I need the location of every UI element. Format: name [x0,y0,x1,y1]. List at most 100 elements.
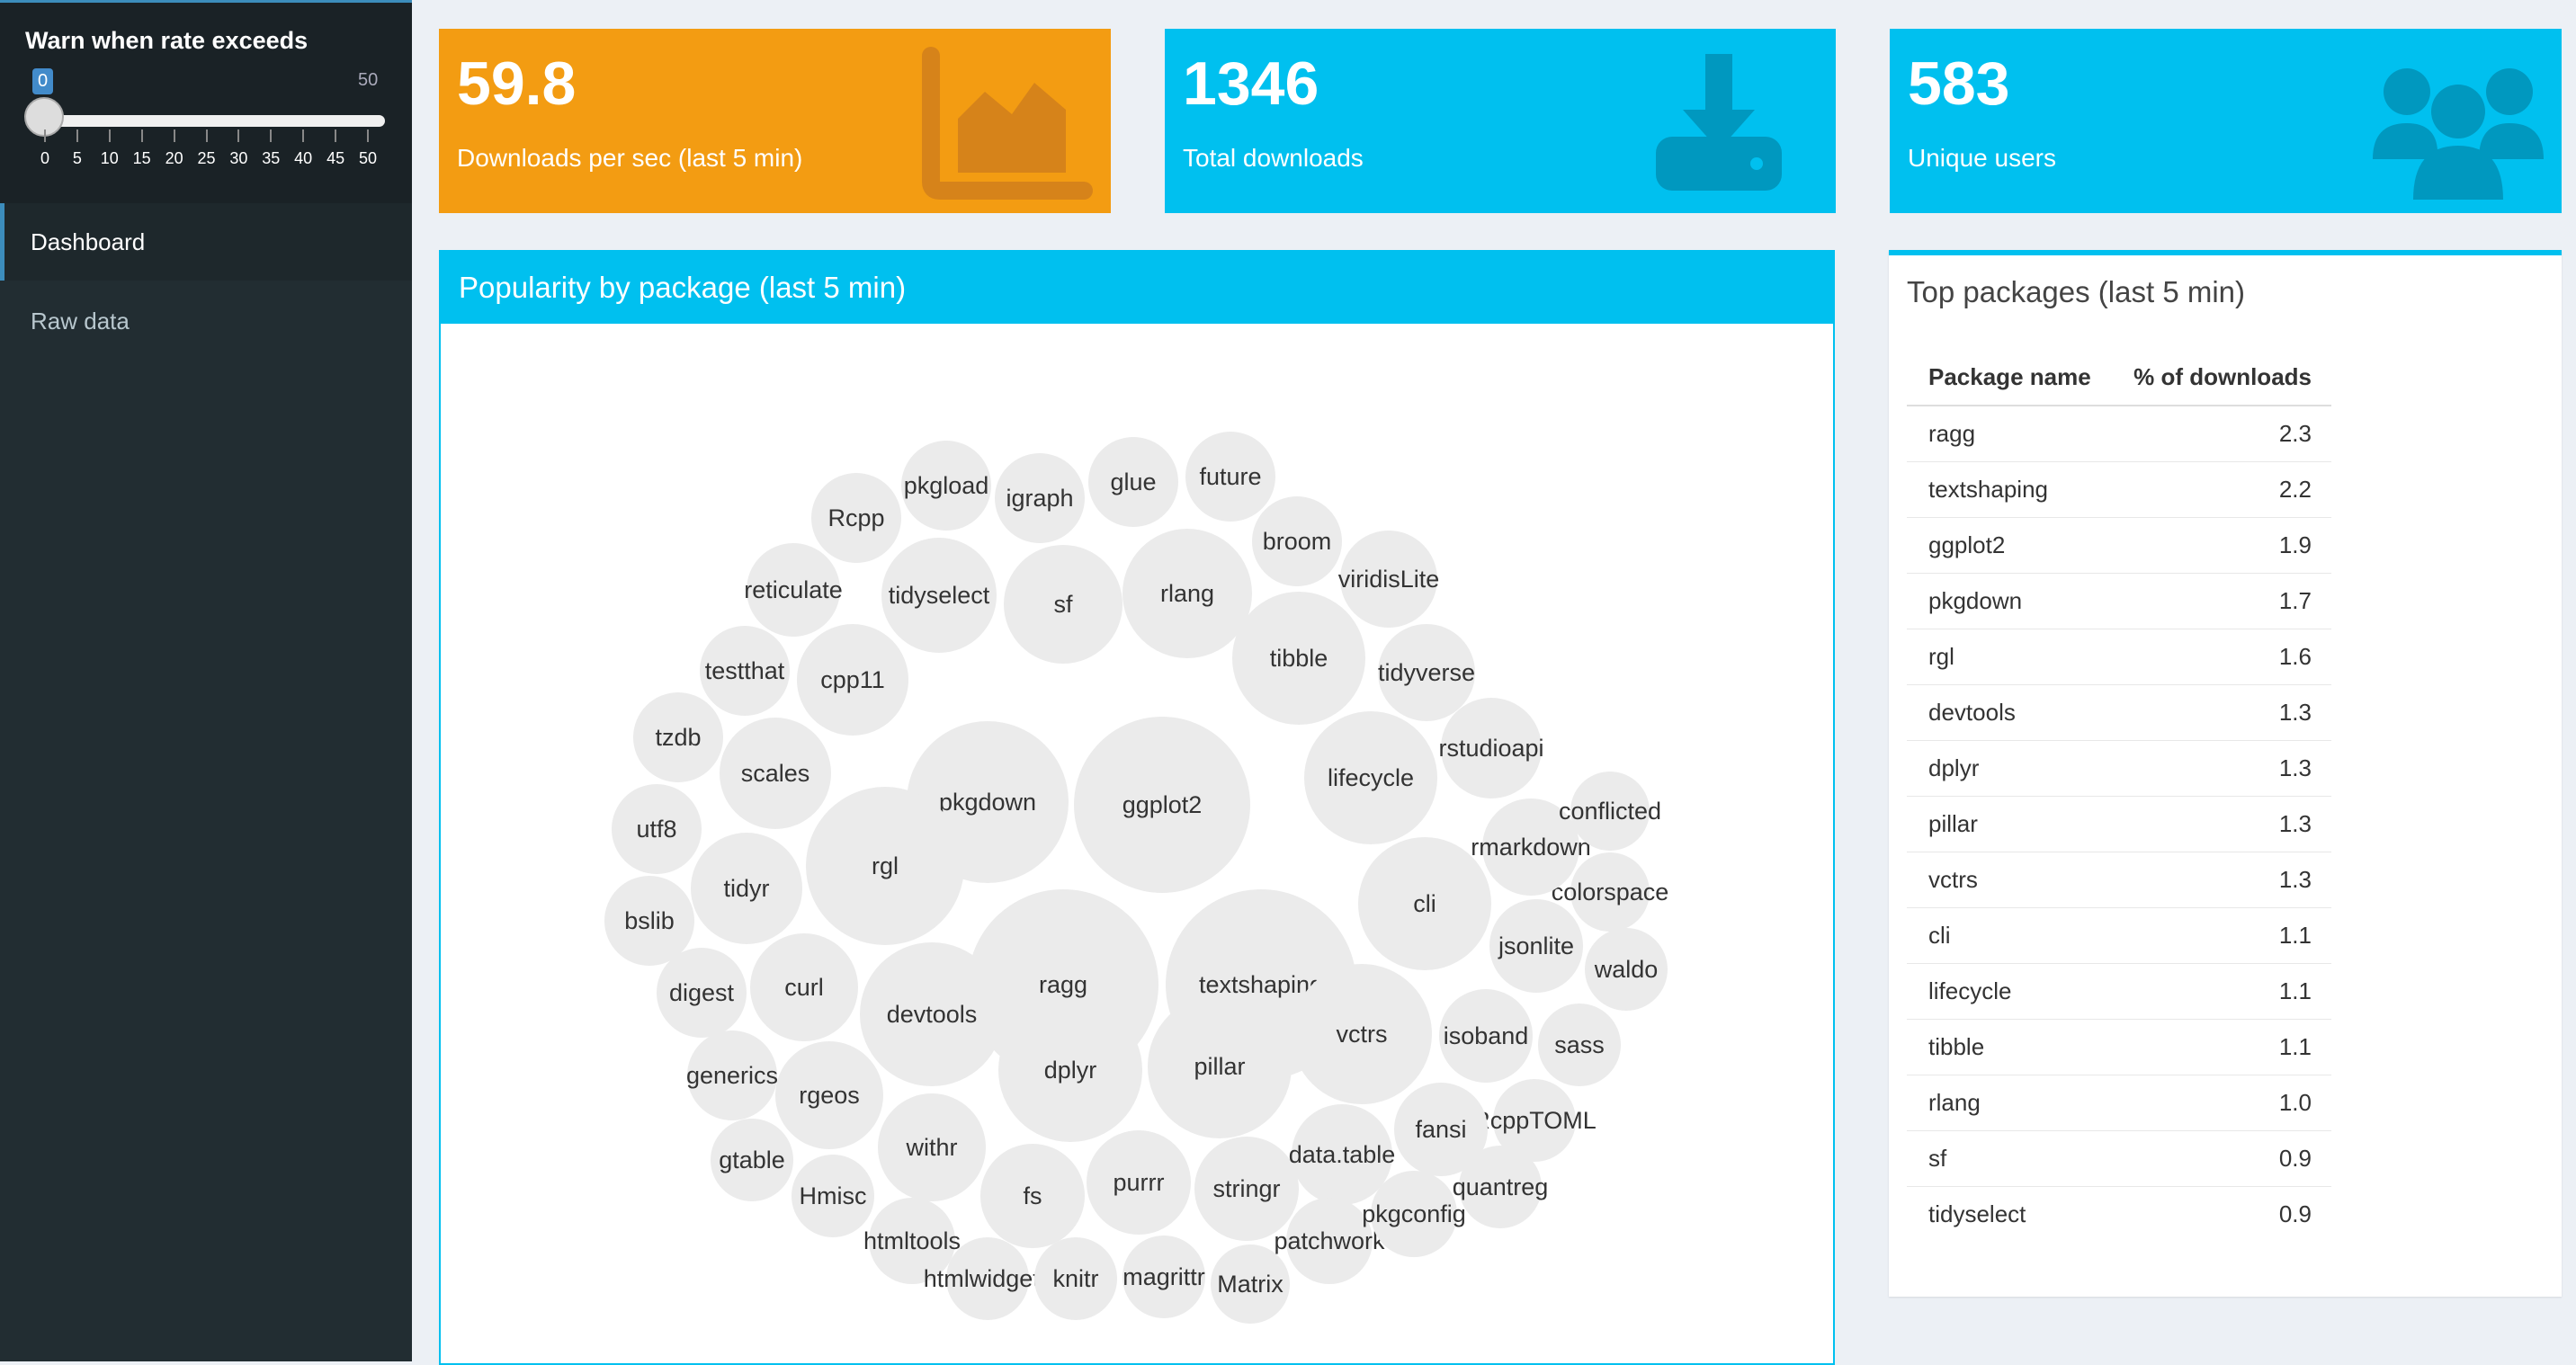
slider-ticks: 0 5 10 15 20 25 30 35 40 45 50 [0,129,412,173]
percent-cell: 0.9 [2111,1130,2331,1187]
bubble-chart: ragg textshapingggplot2pkgdownrgldevtools… [604,432,1668,1324]
package-name-cell: devtools [1907,684,2112,741]
slider-tick-mark [173,129,175,142]
package-name-cell: ggplot2 [1907,517,2112,574]
package-name-cell: textshaping [1907,461,2112,518]
percent-cell: 0.9 [2111,1186,2331,1242]
bubble-label: conflicted [1559,798,1661,825]
bubble-label: rstudioapi [1438,735,1543,762]
value-box-subtitle: Total downloads [1183,144,1364,172]
sidebar-item-raw-data[interactable]: Raw data [0,282,412,360]
package-name-cell: cli [1907,907,2112,964]
value-box-value: 1346 [1183,49,1319,118]
value-box-unique-users: 583 Unique users [1890,29,2562,213]
slider-tick-mark [367,129,369,142]
package-name-cell: pillar [1907,796,2112,852]
bubble-label: viridisLite [1338,566,1440,593]
bubble-label: Rcpp [827,504,884,531]
package-name-cell: tidyselect [1907,1186,2112,1242]
table-row: sf 0.9 [1907,1130,2331,1187]
value-box-subtitle: Unique users [1908,144,2056,172]
percent-cell: 1.9 [2111,517,2331,574]
top-accent-line [0,0,412,3]
bubble-label: htmlwidgets [924,1265,1052,1292]
table-row: devtools 1.3 [1907,684,2331,741]
slider-tick-mark [205,129,208,142]
column-header-package[interactable]: Package name [1907,349,2112,406]
percent-cell: 1.0 [2111,1075,2331,1131]
slider-tick-mark [302,129,305,142]
slider-track[interactable] [43,115,385,127]
bubble-label: cpp11 [820,666,885,693]
value-box-value: 583 [1908,49,2010,118]
bubble-label: jsonlite [1498,932,1574,959]
percent-cell: 1.7 [2111,573,2331,629]
bubble-label: curl [784,974,824,1001]
bubble-label: data.table [1289,1141,1396,1168]
bubble-label: patchwork [1274,1227,1385,1254]
bubble-label: fs [1023,1182,1042,1209]
slider-tick-label: 45 [326,149,345,167]
bubble-label: pkgload [904,472,989,499]
table-row: ggplot2 1.9 [1907,517,2331,574]
bubble-label: gtable [719,1146,785,1173]
package-name-cell: sf [1907,1130,2112,1187]
bubble-label: pkgconfig [1362,1200,1466,1227]
rate-slider-panel: Warn when rate exceeds 0 50 0 5 10 15 20 25 30… [0,0,412,203]
bubble-label: digest [669,979,735,1006]
bubble-label: sass [1554,1031,1605,1058]
bubble-label: Matrix [1217,1271,1284,1298]
slider-tick-mark [140,129,143,142]
package-name-cell: ragg [1907,405,2112,462]
value-box-total-downloads: 1346 Total downloads [1165,29,1836,213]
package-name-cell: vctrs [1907,852,2112,908]
slider-max-label: 50 [358,70,379,90]
bubble-label: tidyr [723,875,769,902]
sidebar-item-dashboard[interactable]: Dashboard [0,203,412,281]
top-packages-title: Top packages (last 5 min) [1907,275,2246,308]
bubble-label: vctrs [1337,1021,1388,1048]
slider-tick-mark [76,129,78,142]
bubble-label: ragg [1039,971,1087,998]
popularity-panel: Popularity by package (last 5 min) ragg t… [439,250,1835,1365]
bubble-label: utf8 [636,816,676,843]
bubble-label: bslib [624,907,675,934]
bubble-label: withr [905,1134,957,1161]
percent-cell: 1.1 [2111,963,2331,1020]
percent-cell: 2.3 [2111,405,2331,462]
bubble-label: scales [741,760,810,787]
bubble-label: cli [1413,890,1436,917]
bubble-label: tibble [1270,645,1328,672]
bubble-label: Hmisc [800,1182,867,1209]
bubble-label: rgl [872,852,899,879]
slider-tick-label: 35 [262,149,281,167]
column-header-percent[interactable]: % of downloads [2111,349,2331,406]
bubble-label: rlang [1160,580,1214,607]
package-name-cell: tibble [1907,1019,2112,1075]
table-row: dplyr 1.3 [1907,740,2331,797]
slider-tick-label: 20 [165,149,183,167]
top-packages-table: Package name % of downloads ragg 2.3 texts… [1907,349,2331,1242]
value-box-downloads-per-sec: 59.8 Downloads per sec (last 5 min) [439,29,1111,213]
table-row: cli 1.1 [1907,907,2331,964]
table-row: vctrs 1.3 [1907,852,2331,908]
package-name-cell: rgl [1907,629,2112,685]
slider-tick-mark [108,129,111,142]
bubble-label: generics [686,1062,778,1089]
slider-tick-label: 30 [229,149,248,167]
bubble-label: pkgdown [939,789,1036,816]
table-row: textshaping 2.2 [1907,461,2331,518]
popularity-panel-title: Popularity by package (last 5 min) [441,252,1833,324]
slider-tick-label: 40 [294,149,313,167]
area-chart-icon [922,47,1093,200]
users-icon [2373,68,2544,200]
table-row: ragg 2.3 [1907,405,2331,462]
percent-cell: 2.2 [2111,461,2331,518]
bubble-label: pillar [1194,1053,1245,1080]
percent-cell: 1.3 [2111,684,2331,741]
slider-tick-label: 10 [100,149,119,167]
slider-tick-label: 0 [40,149,50,167]
bubble-label: magrittr [1123,1263,1205,1290]
bubble-label: ggplot2 [1123,791,1203,818]
slider-tick-mark [237,129,240,142]
